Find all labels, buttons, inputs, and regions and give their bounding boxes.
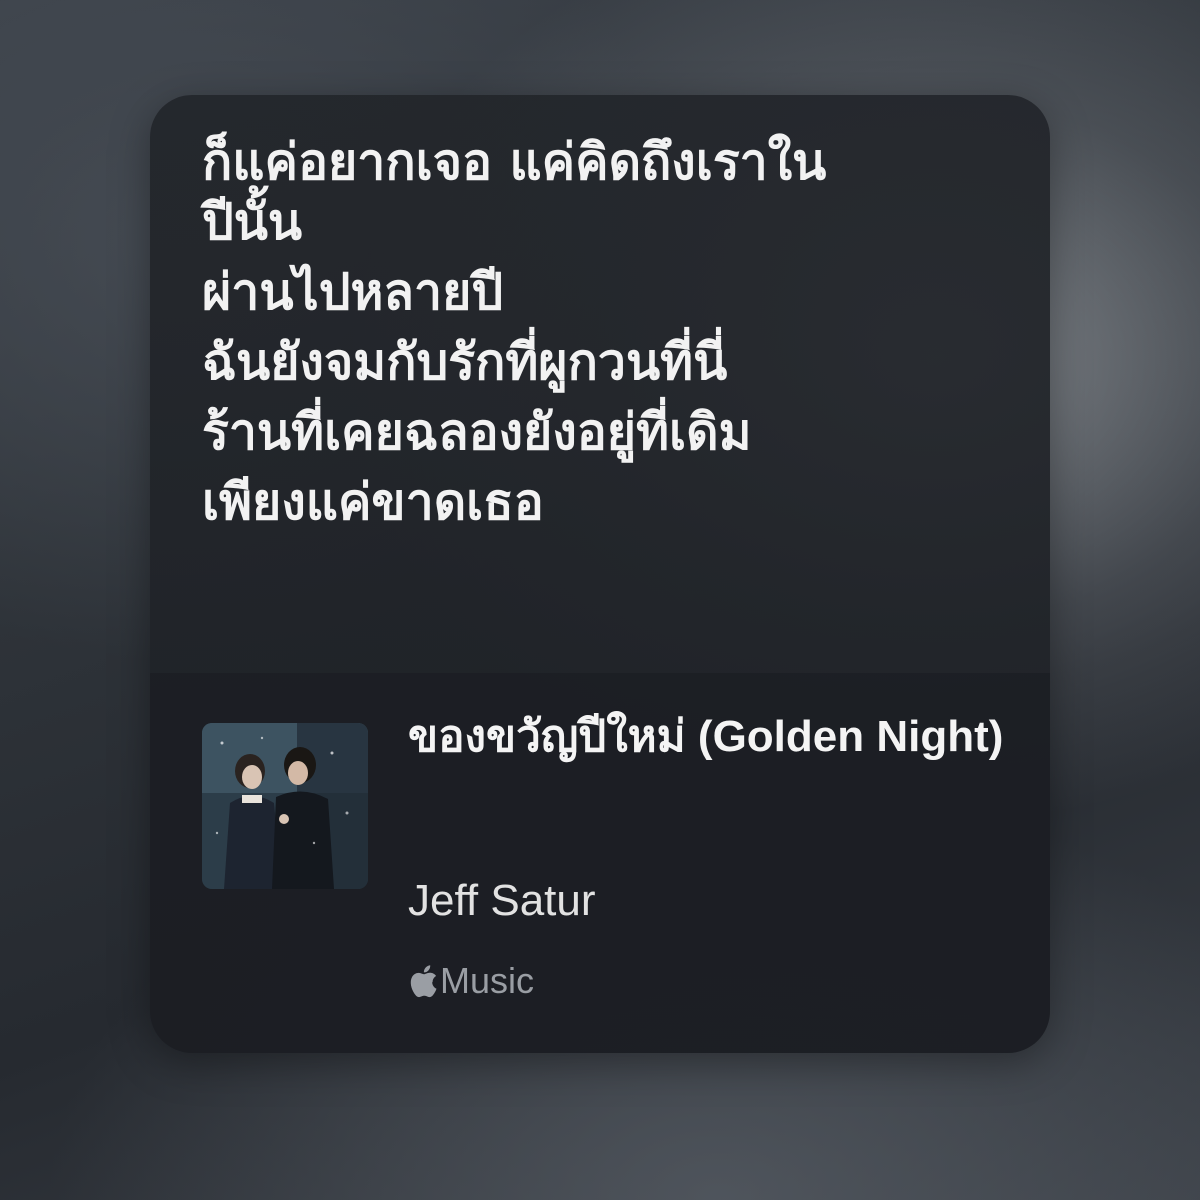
track-info[interactable]: ของขวัญปีใหม่ (Golden Night) Jeff Satur … — [150, 673, 1050, 1053]
service-label: Music — [440, 960, 535, 1001]
lyric-line: ปีนั้น — [202, 193, 303, 251]
album-artwork[interactable] — [202, 723, 368, 889]
apple-logo-icon — [408, 964, 438, 998]
lyrics-block: ก็แค่อยากเจอ แค่คิดถึงเราใน ปีนั้น ผ่านไ… — [202, 137, 1022, 547]
lyric-line: ก็แค่อยากเจอ แค่คิดถึงเราใน — [202, 133, 827, 191]
artist-name[interactable]: Jeff Satur — [408, 873, 596, 929]
lyric-line: ร้านที่เคยฉลองยังอยู่ที่เดิม — [202, 403, 752, 461]
lyric-line: ฉันยังจมกับรักที่ผูกวนที่นี่ — [202, 333, 728, 391]
lyric-line: ผ่านไปหลายปี — [202, 263, 504, 321]
apple-music-badge: Music — [408, 960, 535, 1001]
track-title[interactable]: ของขวัญปีใหม่ (Golden Night) — [408, 709, 1028, 765]
album-artwork-image — [202, 723, 368, 889]
lyric-line: เพียงแค่ขาดเธอ — [202, 473, 544, 531]
lyrics-share-card: ก็แค่อยากเจอ แค่คิดถึงเราใน ปีนั้น ผ่านไ… — [150, 95, 1050, 1053]
